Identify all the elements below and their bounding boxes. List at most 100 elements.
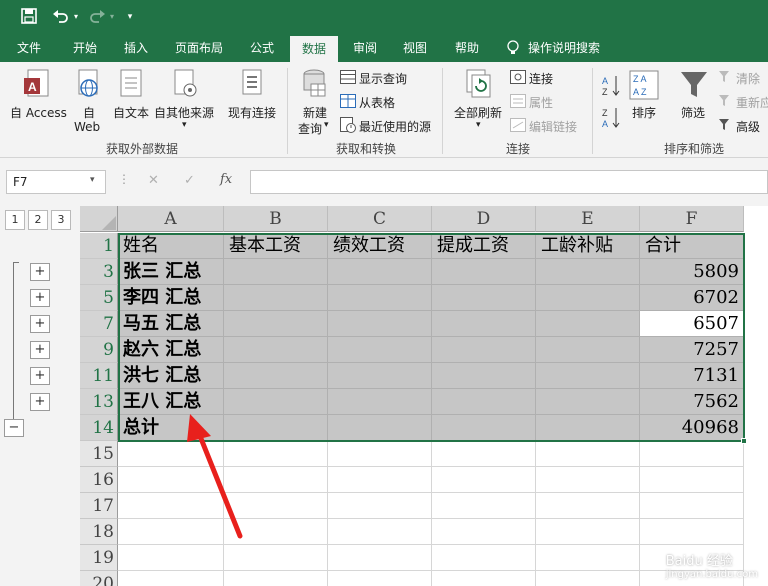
cell-d7[interactable] <box>432 311 536 337</box>
row-header-5[interactable]: 5 <box>80 285 118 311</box>
tab-formulas[interactable]: 公式 <box>240 34 284 62</box>
tab-review[interactable]: 审阅 <box>344 34 386 62</box>
cell-d13[interactable] <box>432 389 536 415</box>
cell-f16[interactable] <box>640 467 744 493</box>
cell-e11[interactable] <box>536 363 640 389</box>
cell-a7[interactable]: 马五 汇总 <box>118 311 224 337</box>
cell-f1[interactable]: 合计 <box>640 233 744 259</box>
cell-b11[interactable] <box>224 363 328 389</box>
cell-c9[interactable] <box>328 337 432 363</box>
undo-icon[interactable] <box>50 8 72 26</box>
cell-b20[interactable] <box>224 571 328 586</box>
row-header-16[interactable]: 16 <box>80 467 118 493</box>
cell-a9[interactable]: 赵六 汇总 <box>118 337 224 363</box>
cell-f3[interactable]: 5809 <box>640 259 744 285</box>
undo-dropdown-icon[interactable]: ▾ <box>72 8 80 26</box>
cell-c17[interactable] <box>328 493 432 519</box>
row-header-18[interactable]: 18 <box>80 519 118 545</box>
cell-d17[interactable] <box>432 493 536 519</box>
cell-f18[interactable] <box>640 519 744 545</box>
from-access-button[interactable]: A 自 Access <box>6 68 68 132</box>
cell-b13[interactable] <box>224 389 328 415</box>
cell-a13[interactable]: 王八 汇总 <box>118 389 224 415</box>
column-header-a[interactable]: A <box>118 206 224 232</box>
tab-view[interactable]: 视图 <box>394 34 436 62</box>
name-box-dropdown-icon[interactable]: ▾ <box>90 175 95 185</box>
cell-a5[interactable]: 李四 汇总 <box>118 285 224 311</box>
cell-b9[interactable] <box>224 337 328 363</box>
cell-b14[interactable] <box>224 415 328 441</box>
cell-a18[interactable] <box>118 519 224 545</box>
from-web-button[interactable]: 自 Web <box>72 68 106 134</box>
recent-sources-button[interactable]: 最近使用的源 <box>340 116 436 136</box>
column-header-c[interactable]: C <box>328 206 432 232</box>
cell-a14[interactable]: 总计 <box>118 415 224 441</box>
cell-c16[interactable] <box>328 467 432 493</box>
cell-b16[interactable] <box>224 467 328 493</box>
cell-c14[interactable] <box>328 415 432 441</box>
cell-f14[interactable]: 40968 <box>640 415 744 441</box>
column-header-b[interactable]: B <box>224 206 328 232</box>
cell-e7[interactable] <box>536 311 640 337</box>
cell-e14[interactable] <box>536 415 640 441</box>
cell-e19[interactable] <box>536 545 640 571</box>
cell-a1[interactable]: 姓名 <box>118 233 224 259</box>
spreadsheet-grid[interactable]: ABCDEF 1 姓名 基本工资 绩效工资 提成工资 工龄补贴 合计 3 张三 汇总 5809 5 李… <box>80 206 768 586</box>
cell-b15[interactable] <box>224 441 328 467</box>
formula-input[interactable] <box>250 170 768 194</box>
cell-c15[interactable] <box>328 441 432 467</box>
cell-b7[interactable] <box>224 311 328 337</box>
cell-f13[interactable]: 7562 <box>640 389 744 415</box>
cell-a11[interactable]: 洪七 汇总 <box>118 363 224 389</box>
cell-d20[interactable] <box>432 571 536 586</box>
from-table-button[interactable]: 从表格 <box>340 92 420 112</box>
cell-a15[interactable] <box>118 441 224 467</box>
insert-function-icon[interactable]: fx <box>220 172 232 187</box>
cell-d18[interactable] <box>432 519 536 545</box>
new-query-button[interactable]: 新建 查询 ▾ <box>294 68 334 140</box>
sort-descending-button[interactable]: ZA <box>602 106 622 130</box>
expand-group-button[interactable]: + <box>30 289 50 307</box>
cell-e16[interactable] <box>536 467 640 493</box>
tab-page-layout[interactable]: 页面布局 <box>168 34 230 62</box>
refresh-all-button[interactable]: 全部刷新 ▾ <box>450 68 506 140</box>
cell-d1[interactable]: 提成工资 <box>432 233 536 259</box>
cell-a17[interactable] <box>118 493 224 519</box>
row-header-19[interactable]: 19 <box>80 545 118 571</box>
tab-data[interactable]: 数据 <box>290 36 338 62</box>
cell-e18[interactable] <box>536 519 640 545</box>
tab-help[interactable]: 帮助 <box>446 34 488 62</box>
cell-c5[interactable] <box>328 285 432 311</box>
cell-a3[interactable]: 张三 汇总 <box>118 259 224 285</box>
cell-e15[interactable] <box>536 441 640 467</box>
save-icon[interactable] <box>20 8 38 26</box>
cell-d3[interactable] <box>432 259 536 285</box>
row-header-13[interactable]: 13 <box>80 389 118 415</box>
from-text-button[interactable]: 自文本 <box>110 68 152 132</box>
cell-c3[interactable] <box>328 259 432 285</box>
row-header-17[interactable]: 17 <box>80 493 118 519</box>
cell-b5[interactable] <box>224 285 328 311</box>
cell-c13[interactable] <box>328 389 432 415</box>
cell-c20[interactable] <box>328 571 432 586</box>
cell-d15[interactable] <box>432 441 536 467</box>
cell-c1[interactable]: 绩效工资 <box>328 233 432 259</box>
expand-group-button[interactable]: + <box>30 393 50 411</box>
advanced-filter-button[interactable]: 高级 <box>718 116 768 136</box>
row-header-7[interactable]: 7 <box>80 311 118 337</box>
tab-insert[interactable]: 插入 <box>114 34 158 62</box>
from-other-sources-button[interactable]: 自其他来源 ▾ <box>154 68 218 140</box>
filter-button[interactable]: 筛选 <box>676 68 712 132</box>
column-header-d[interactable]: D <box>432 206 536 232</box>
cell-f9[interactable]: 7257 <box>640 337 744 363</box>
cell-a20[interactable] <box>118 571 224 586</box>
cell-d9[interactable] <box>432 337 536 363</box>
row-header-15[interactable]: 15 <box>80 441 118 467</box>
show-queries-button[interactable]: 显示查询 <box>340 68 420 88</box>
cell-f11[interactable]: 7131 <box>640 363 744 389</box>
column-header-e[interactable]: E <box>536 206 640 232</box>
cell-b1[interactable]: 基本工资 <box>224 233 328 259</box>
connections-button[interactable]: 连接 <box>510 68 570 88</box>
cell-d16[interactable] <box>432 467 536 493</box>
cell-c18[interactable] <box>328 519 432 545</box>
